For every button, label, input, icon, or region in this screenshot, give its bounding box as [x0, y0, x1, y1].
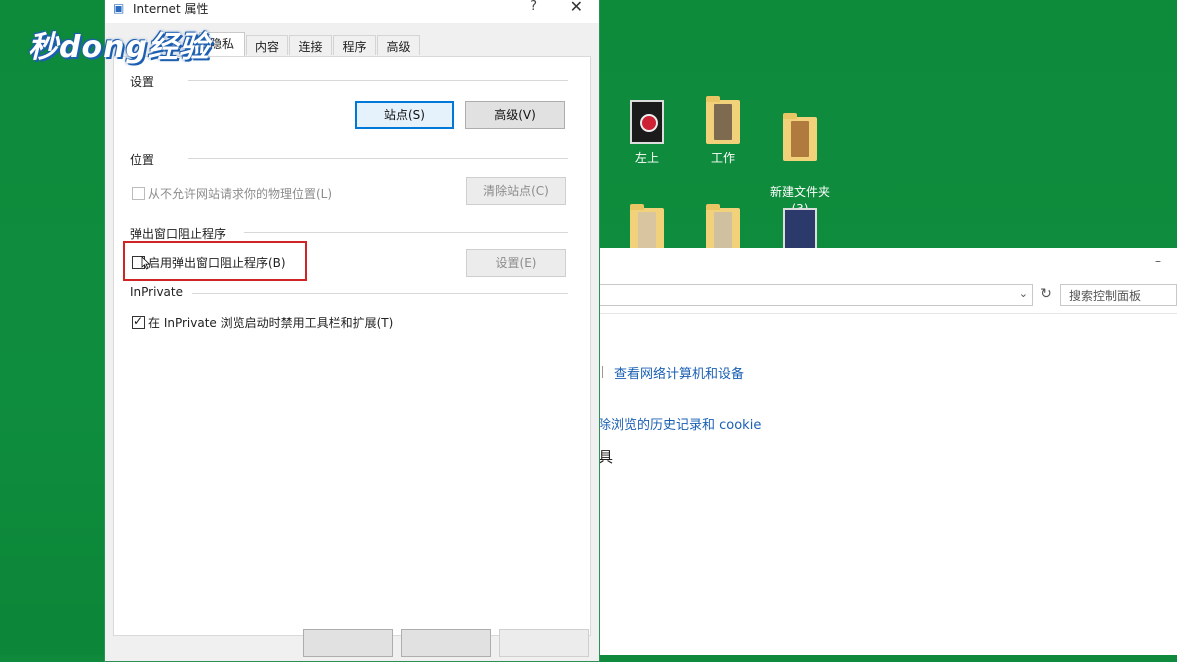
address-bar[interactable]: ⌄ — [598, 284, 1033, 306]
cancel-button[interactable] — [401, 629, 491, 657]
close-icon[interactable]: ✕ — [570, 0, 583, 16]
folder-icon — [706, 96, 740, 144]
view-network-link[interactable]: 查看网络计算机和设备 — [614, 363, 744, 382]
refresh-icon[interactable]: ↻ — [1037, 286, 1055, 304]
advanced-button[interactable]: 高级(V) — [465, 101, 565, 129]
watermark-logo: 秒dong经验 — [28, 30, 210, 65]
desktop-icon-zuoshang[interactable]: 左上 — [612, 100, 682, 167]
privacy-panel: 设置 站点(S) 高级(V) 位置 从不允许网站请求你的物理位置(L) 清除站点… — [113, 56, 591, 636]
location-checkbox-label: 从不允许网站请求你的物理位置(L) — [148, 187, 333, 201]
desktop-icon-gongzuo[interactable]: 工作 — [688, 96, 758, 167]
search-input[interactable]: 搜索控制面板 — [1060, 284, 1177, 306]
clear-sites-button[interactable]: 清除站点(C) — [466, 177, 566, 205]
control-panel-titlebar: – — [598, 248, 1177, 278]
help-icon[interactable]: ? — [530, 0, 537, 14]
apply-button[interactable] — [499, 629, 589, 657]
desktop-icon-label: 左上 — [634, 151, 659, 165]
settings-group-label: 设置 — [130, 75, 155, 89]
inprivate-checkbox[interactable] — [132, 314, 145, 329]
folder-icon — [630, 204, 664, 252]
group-divider — [188, 80, 568, 81]
delete-history-link[interactable]: 除浏览的历史记录和 cookie — [598, 414, 761, 433]
ok-button[interactable] — [303, 629, 393, 657]
dialog-title: Internet 属性 — [133, 2, 209, 16]
sites-button[interactable]: 站点(S) — [355, 101, 454, 129]
desktop-icon-label: 工作 — [710, 151, 735, 165]
inprivate-checkbox-label: 在 InPrivate 浏览启动时禁用工具栏和扩展(T) — [148, 316, 394, 330]
tab-connections[interactable]: 连接 — [289, 35, 332, 55]
desktop-icon-new-folder-3[interactable]: 新建文件夹 (3) — [765, 100, 835, 218]
group-divider — [188, 158, 568, 159]
partial-text: 具 — [598, 448, 614, 466]
mouse-cursor-icon — [141, 256, 151, 270]
inprivate-group-label: InPrivate — [130, 285, 183, 299]
popup-blocker-group-label: 弹出窗口阻止程序 — [130, 227, 227, 241]
tab-programs[interactable]: 程序 — [333, 35, 376, 55]
popup-settings-button[interactable]: 设置(E) — [466, 249, 566, 277]
tab-advanced[interactable]: 高级 — [377, 35, 420, 55]
folder-icon — [783, 113, 817, 161]
tab-content[interactable]: 内容 — [246, 35, 288, 55]
location-group-label: 位置 — [130, 153, 155, 167]
link-separator — [602, 366, 603, 378]
minimize-icon[interactable]: – — [1151, 254, 1165, 268]
chevron-down-icon[interactable]: ⌄ — [1019, 287, 1028, 300]
photo-file-icon — [783, 208, 817, 252]
internet-options-icon: ▣ — [113, 1, 125, 15]
group-divider — [244, 232, 568, 233]
location-checkbox[interactable] — [132, 187, 145, 200]
group-divider — [192, 293, 568, 294]
folder-icon — [706, 204, 740, 252]
photo-file-icon — [630, 100, 664, 144]
dialog-titlebar[interactable]: ▣ Internet 属性 ? ✕ — [105, 0, 599, 23]
internet-properties-dialog: ▣ Internet 属性 ? ✕ 隐私 内容 连接 程序 高级 设置 站点(S… — [104, 0, 600, 662]
control-panel-window: – ⌄ ↻ 搜索控制面板 查看网络计算机和设备 除浏览的历史记录和 cookie… — [598, 248, 1177, 655]
divider — [598, 313, 1177, 314]
